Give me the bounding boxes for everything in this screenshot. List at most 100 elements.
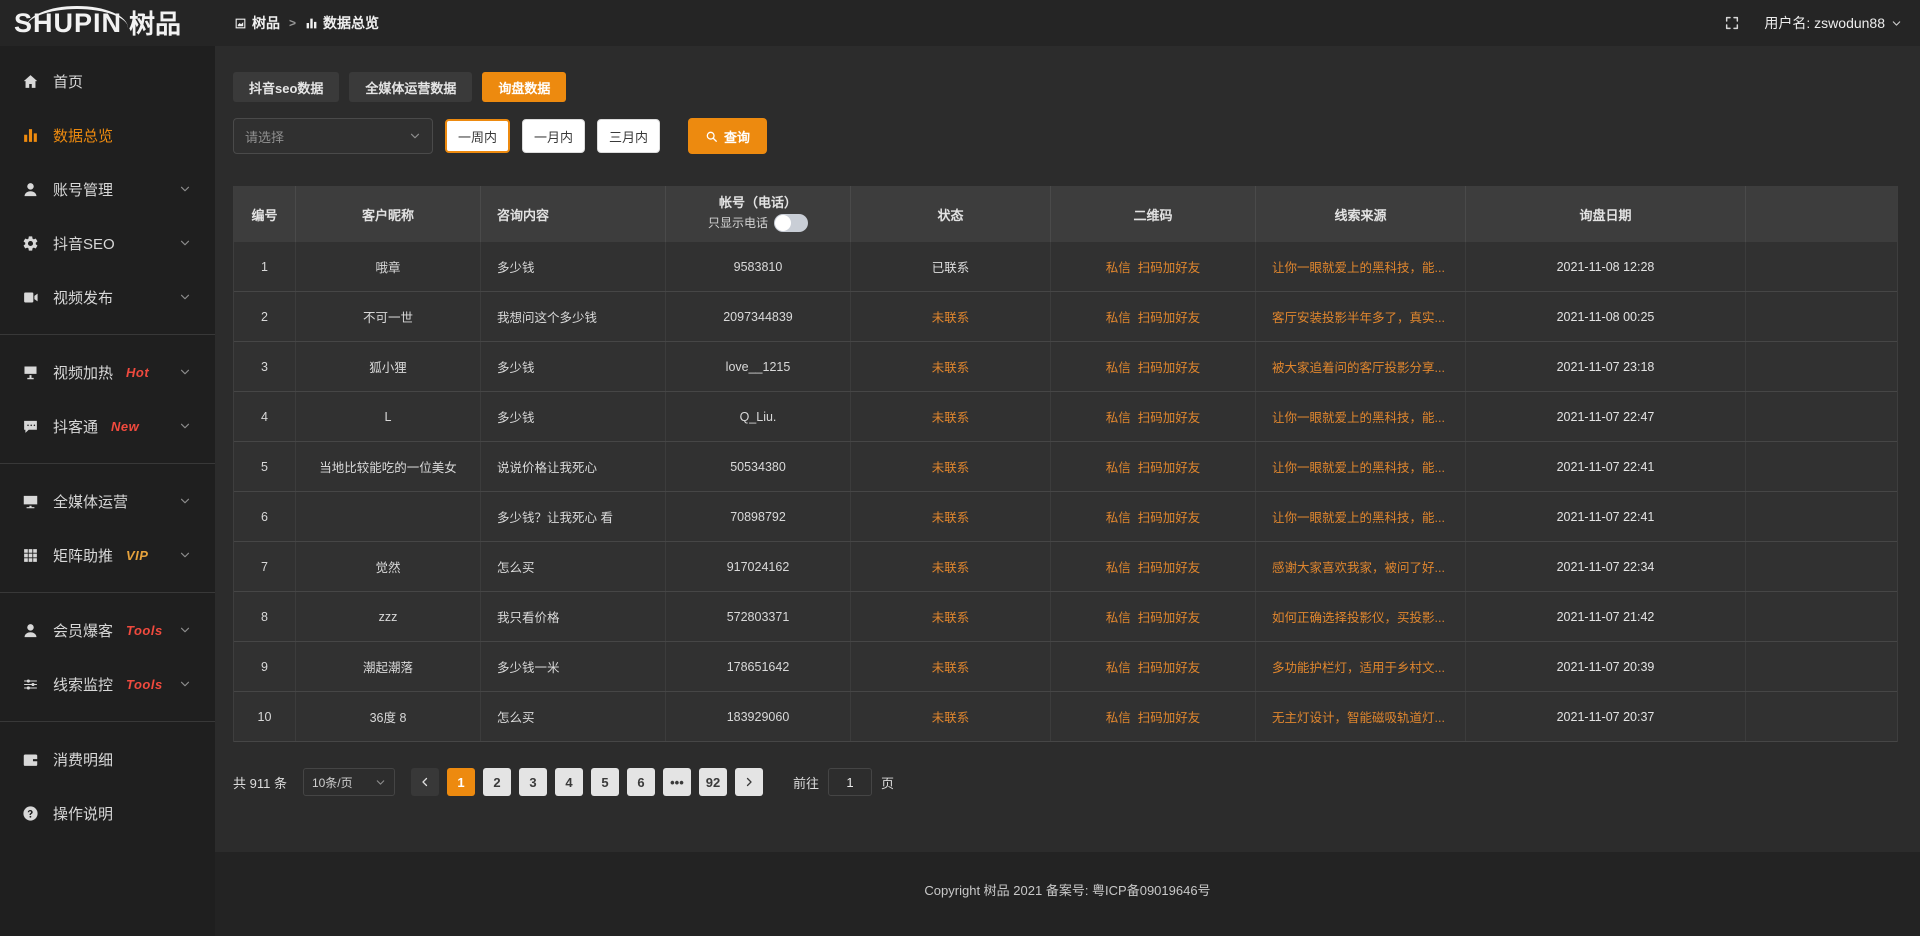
cell-account: 2097344839 — [666, 292, 851, 341]
user-menu[interactable]: 用户名: zswodun88 — [1764, 13, 1902, 33]
page-button[interactable]: 4 — [555, 768, 583, 796]
scan-add-friend-link[interactable]: 扫码加好友 — [1138, 407, 1201, 426]
cell-source-link[interactable]: 客厅安装投影半年多了，真实... — [1256, 292, 1466, 341]
next-page-button[interactable] — [735, 768, 763, 796]
chevron-down-icon — [179, 678, 205, 690]
private-message-link[interactable]: 私信 — [1106, 607, 1131, 626]
keyword-select[interactable]: 请选择 — [233, 118, 433, 154]
scan-add-friend-link[interactable]: 扫码加好友 — [1138, 557, 1201, 576]
page-button[interactable]: 92 — [699, 768, 727, 796]
table-row: 6 多少钱？让我死心 看 70898792 未联系 私信 扫码加好友 让你一眼就… — [234, 492, 1897, 542]
page-button[interactable]: 3 — [519, 768, 547, 796]
sidebar-item[interactable]: 视频加热 Hot — [0, 345, 215, 399]
page-size-value: 10条/页 — [312, 774, 353, 791]
private-message-link[interactable]: 私信 — [1106, 307, 1131, 326]
bar-chart-icon — [22, 127, 39, 144]
cell-source-link[interactable]: 多功能护栏灯，适用于乡村文... — [1256, 642, 1466, 691]
sidebar-item[interactable]: 操作说明 — [0, 786, 215, 840]
sidebar-item[interactable]: 视频发布 — [0, 270, 215, 324]
range-button[interactable]: 三月内 — [597, 119, 660, 153]
tab[interactable]: 全媒体运营数据 — [349, 72, 472, 102]
cell-source-link[interactable]: 让你一眼就爱上的黑科技，能... — [1256, 492, 1466, 541]
chevron-down-icon — [375, 777, 386, 788]
sidebar-item-badge: Hot — [126, 365, 149, 380]
cell-status: 未联系 — [851, 442, 1051, 491]
sidebar-item[interactable]: 数据总览 — [0, 108, 215, 162]
cell-qrcode: 私信 扫码加好友 — [1051, 242, 1256, 291]
cell-no: 6 — [234, 492, 296, 541]
cell-nickname: 觉然 — [296, 542, 481, 591]
top-bar: SHUPIN 树品 树品 > 数据总览 用户名: zswodun88 — [0, 0, 1920, 46]
chevron-down-icon — [179, 495, 205, 507]
cell-source-link[interactable]: 让你一眼就爱上的黑科技，能... — [1256, 242, 1466, 291]
page-size-select[interactable]: 10条/页 — [303, 768, 395, 796]
filter-bar: 请选择 一周内一月内三月内 查询 — [233, 118, 1898, 154]
scan-add-friend-link[interactable]: 扫码加好友 — [1138, 307, 1201, 326]
range-button[interactable]: 一月内 — [522, 119, 585, 153]
sidebar-item[interactable]: 抖音SEO — [0, 216, 215, 270]
cell-filler — [1746, 392, 1897, 441]
fullscreen-button[interactable] — [1724, 15, 1740, 31]
table-header-row: 编号 客户昵称 咨询内容 帐号（电话） 只显示电话 状态 二维码 线索来源 询盘… — [234, 186, 1897, 242]
scan-add-friend-link[interactable]: 扫码加好友 — [1138, 607, 1201, 626]
chevron-down-icon — [179, 366, 205, 378]
cell-source-link[interactable]: 如何正确选择投影仪，买投影... — [1256, 592, 1466, 641]
page-button[interactable]: 6 — [627, 768, 655, 796]
sidebar-item[interactable]: 抖客通 New — [0, 399, 215, 453]
tab[interactable]: 抖音seo数据 — [233, 72, 339, 102]
page-jump-input[interactable] — [828, 768, 872, 796]
scan-add-friend-link[interactable]: 扫码加好友 — [1138, 457, 1201, 476]
page-button[interactable]: 2 — [483, 768, 511, 796]
private-message-link[interactable]: 私信 — [1106, 557, 1131, 576]
cell-source-link[interactable]: 让你一眼就爱上的黑科技，能... — [1256, 442, 1466, 491]
logo-text-cn: 树品 — [129, 11, 181, 37]
cell-qrcode: 私信 扫码加好友 — [1051, 492, 1256, 541]
scan-add-friend-link[interactable]: 扫码加好友 — [1138, 257, 1201, 276]
breadcrumb-root[interactable]: 树品 — [234, 13, 280, 33]
cell-source-link[interactable]: 无主灯设计，智能磁吸轨道灯... — [1256, 692, 1466, 741]
private-message-link[interactable]: 私信 — [1106, 257, 1131, 276]
cell-nickname: zzz — [296, 592, 481, 641]
sidebar-item-label: 数据总览 — [53, 125, 113, 146]
breadcrumb-current[interactable]: 数据总览 — [305, 13, 379, 33]
cell-content: 多少钱 — [481, 242, 666, 291]
cell-source-link[interactable]: 被大家追着问的客厅投影分享... — [1256, 342, 1466, 391]
phone-only-label: 只显示电话 — [708, 217, 768, 229]
page-button[interactable]: 1 — [447, 768, 475, 796]
page-button[interactable]: ••• — [663, 768, 691, 796]
cell-account: 50534380 — [666, 442, 851, 491]
private-message-link[interactable]: 私信 — [1106, 457, 1131, 476]
scan-add-friend-link[interactable]: 扫码加好友 — [1138, 657, 1201, 676]
chevron-left-icon — [419, 776, 431, 788]
cell-source-link[interactable]: 让你一眼就爱上的黑科技，能... — [1256, 392, 1466, 441]
sidebar-item-label: 首页 — [53, 71, 83, 92]
page-jump: 前往 页 — [793, 768, 894, 796]
sidebar-item[interactable]: 线索监控 Tools — [0, 657, 215, 711]
sidebar-item[interactable]: 首页 — [0, 54, 215, 108]
toggle-knob — [775, 215, 791, 231]
page-buttons: 123456 ••• 92 — [447, 768, 727, 796]
cell-source-link[interactable]: 感谢大家喜欢我家，被问了好... — [1256, 542, 1466, 591]
sidebar-item[interactable]: 账号管理 — [0, 162, 215, 216]
range-button[interactable]: 一周内 — [445, 119, 510, 153]
sidebar-item[interactable]: 消费明细 — [0, 732, 215, 786]
private-message-link[interactable]: 私信 — [1106, 657, 1131, 676]
prev-page-button[interactable] — [411, 768, 439, 796]
scan-add-friend-link[interactable]: 扫码加好友 — [1138, 357, 1201, 376]
private-message-link[interactable]: 私信 — [1106, 357, 1131, 376]
scan-add-friend-link[interactable]: 扫码加好友 — [1138, 707, 1201, 726]
scan-add-friend-link[interactable]: 扫码加好友 — [1138, 507, 1201, 526]
search-button[interactable]: 查询 — [688, 118, 767, 154]
sidebar-item[interactable]: 全媒体运营 — [0, 474, 215, 528]
chevron-down-icon — [179, 237, 205, 249]
sidebar-item[interactable]: 矩阵助推 VIP — [0, 528, 215, 582]
private-message-link[interactable]: 私信 — [1106, 507, 1131, 526]
sidebar-item[interactable]: 会员爆客 Tools — [0, 603, 215, 657]
private-message-link[interactable]: 私信 — [1106, 707, 1131, 726]
sidebar-divider — [0, 463, 215, 464]
copyright-text: Copyright 树品 2021 备案号: 粤ICP备09019646号 — [924, 880, 1210, 899]
tab[interactable]: 询盘数据 — [482, 72, 566, 102]
private-message-link[interactable]: 私信 — [1106, 407, 1131, 426]
phone-only-toggle[interactable] — [774, 214, 808, 232]
page-button[interactable]: 5 — [591, 768, 619, 796]
